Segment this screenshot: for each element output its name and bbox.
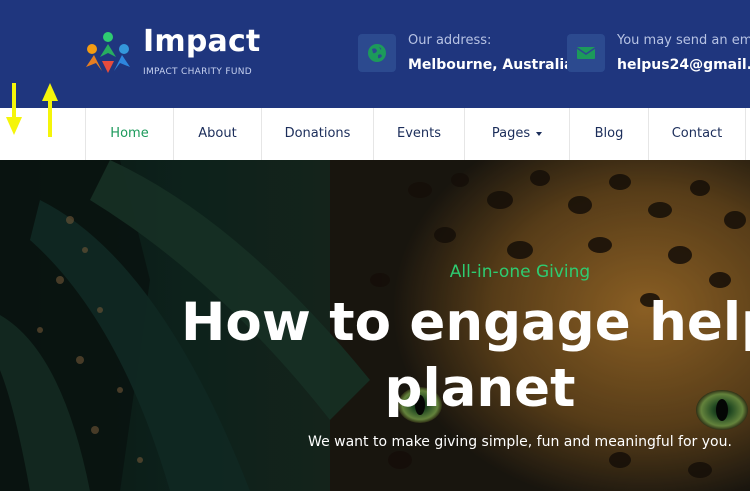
nav-blog[interactable]: Blog <box>569 108 648 160</box>
caret-down-icon <box>536 131 543 136</box>
nav-divider <box>745 108 750 160</box>
nav-pages-label: Pages <box>491 126 531 141</box>
email-icon-box <box>567 34 605 72</box>
email-value[interactable]: helpus24@gmail.co <box>617 57 750 73</box>
hero-title: How to engage help planet <box>170 290 750 422</box>
logo-people-icon[interactable] <box>82 27 134 79</box>
nav-home[interactable]: Home <box>85 108 173 160</box>
nav-contact[interactable]: Contact <box>648 108 745 160</box>
hero-banner: All-in-one Giving How to engage help pla… <box>0 160 750 491</box>
hero-tagline: All-in-one Giving <box>449 262 591 282</box>
top-header: Impact IMPACT CHARITY FUND Our address: … <box>0 0 750 108</box>
address-icon-box <box>358 34 396 72</box>
hero-description: We want to make giving simple, fun and m… <box>308 434 732 450</box>
address-value: Melbourne, Australia <box>408 57 574 73</box>
hero-title-line2: planet <box>384 358 576 419</box>
hero-title-line1: How to engage help <box>181 292 750 353</box>
email-label: You may send an emai <box>617 33 750 48</box>
globe-icon <box>368 44 386 62</box>
arrow-down-icon <box>6 83 22 135</box>
nav-about[interactable]: About <box>173 108 261 160</box>
brand-name[interactable]: Impact <box>143 24 260 59</box>
arrow-up-icon <box>42 83 58 137</box>
address-label: Our address: <box>408 33 492 48</box>
brand-tagline: IMPACT CHARITY FUND <box>143 67 253 77</box>
nav-pages[interactable]: Pages <box>464 108 569 160</box>
envelope-icon <box>576 47 596 59</box>
nav-events[interactable]: Events <box>373 108 464 160</box>
main-navigation: Home About Donations Events Pages Blog C… <box>0 108 750 161</box>
nav-donations[interactable]: Donations <box>261 108 373 160</box>
